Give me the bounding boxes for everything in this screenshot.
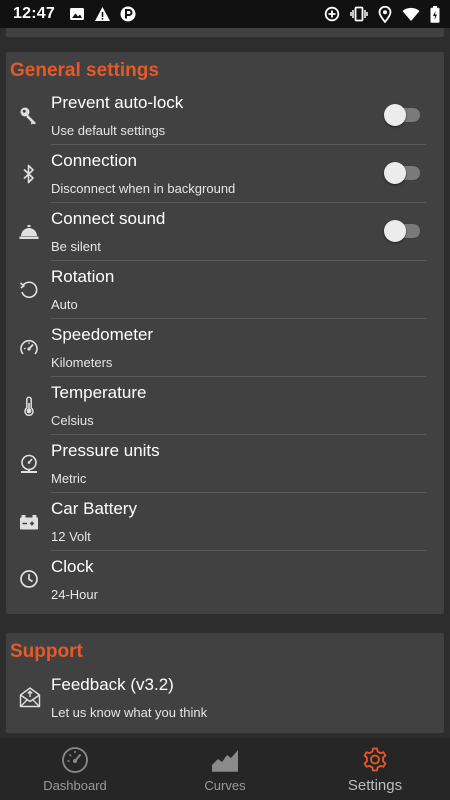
- nav-settings-label: Settings: [347, 777, 403, 794]
- clock-icon: [18, 568, 40, 590]
- prevent-auto-lock-subtitle: Use default settings: [51, 123, 166, 138]
- status-time: 12:47: [13, 5, 55, 22]
- setting-connect-sound[interactable]: Connect sound Be silent: [6, 203, 444, 261]
- support-card: Support Feedback (v3.2) Let us know what…: [6, 633, 444, 733]
- prevent-auto-lock-title: Prevent auto-lock: [51, 93, 184, 112]
- parking-icon: [120, 6, 136, 22]
- clock-subtitle: 24-Hour: [51, 587, 98, 602]
- feedback-subtitle: Let us know what you think: [51, 705, 208, 720]
- setting-connection[interactable]: Connection Disconnect when in background: [6, 145, 444, 203]
- bluetooth-icon: [18, 163, 40, 185]
- pressure-units-subtitle: Metric: [51, 471, 87, 486]
- vibrate-icon: [350, 6, 368, 22]
- connect-sound-toggle[interactable]: [384, 220, 420, 242]
- pressure-units-title: Pressure units: [51, 441, 160, 460]
- temperature-title: Temperature: [51, 383, 147, 402]
- car-battery-subtitle: 12 Volt: [51, 529, 91, 544]
- pressure-gauge-icon: [18, 453, 40, 475]
- nav-dashboard[interactable]: Dashboard: [0, 738, 150, 800]
- nav-settings[interactable]: Settings: [300, 738, 450, 800]
- nav-curves[interactable]: Curves: [150, 738, 300, 800]
- setting-pressure-units[interactable]: Pressure units Metric: [6, 435, 444, 493]
- bottom-navigation: Dashboard Curves Settings: [0, 738, 450, 800]
- curves-icon: [211, 746, 239, 774]
- connection-toggle[interactable]: [384, 162, 420, 184]
- settings-gear-icon: [361, 746, 389, 774]
- setting-feedback[interactable]: Feedback (v3.2) Let us know what you thi…: [6, 669, 444, 727]
- status-bar: 12:47: [0, 0, 450, 28]
- dashboard-gauge-icon: [61, 746, 89, 774]
- battery-icon: [430, 5, 440, 23]
- support-title: Support: [10, 641, 83, 662]
- toggle-thumb: [384, 162, 406, 184]
- nav-dashboard-label: Dashboard: [43, 778, 107, 793]
- prevent-auto-lock-toggle[interactable]: [384, 104, 420, 126]
- connect-sound-subtitle: Be silent: [51, 239, 101, 254]
- previous-card-edge: [6, 28, 444, 37]
- setting-prevent-auto-lock[interactable]: Prevent auto-lock Use default settings: [6, 87, 444, 145]
- general-settings-title: General settings: [10, 60, 159, 81]
- setting-car-battery[interactable]: Car Battery 12 Volt: [6, 493, 444, 551]
- speedometer-subtitle: Kilometers: [51, 355, 113, 370]
- general-settings-card: General settings Prevent auto-lock Use d…: [6, 52, 444, 614]
- connection-title: Connection: [51, 151, 138, 170]
- data-saver-icon: [324, 6, 340, 22]
- rotation-icon: [18, 279, 40, 301]
- nav-curves-label: Curves: [204, 778, 246, 793]
- bell-icon: [18, 221, 40, 243]
- toggle-thumb: [384, 104, 406, 126]
- toggle-thumb: [384, 220, 406, 242]
- clock-title: Clock: [51, 557, 94, 576]
- car-battery-icon: [18, 511, 40, 533]
- speedometer-icon: [18, 337, 40, 359]
- connect-sound-title: Connect sound: [51, 209, 166, 228]
- location-icon: [378, 5, 392, 23]
- feedback-mail-icon: [18, 685, 42, 709]
- wifi-icon: [402, 7, 420, 22]
- rotation-title: Rotation: [51, 267, 115, 286]
- setting-speedometer[interactable]: Speedometer Kilometers: [6, 319, 444, 377]
- key-icon: [18, 105, 40, 127]
- warning-icon: [94, 6, 111, 22]
- setting-rotation[interactable]: Rotation Auto: [6, 261, 444, 319]
- thermometer-icon: [18, 395, 40, 417]
- setting-temperature[interactable]: Temperature Celsius: [6, 377, 444, 435]
- image-icon: [69, 6, 85, 22]
- setting-clock[interactable]: Clock 24-Hour: [6, 551, 444, 609]
- car-battery-title: Car Battery: [51, 499, 137, 518]
- connection-subtitle: Disconnect when in background: [51, 181, 236, 196]
- temperature-subtitle: Celsius: [51, 413, 94, 428]
- speedometer-title: Speedometer: [51, 325, 154, 344]
- rotation-subtitle: Auto: [51, 297, 78, 312]
- feedback-title: Feedback (v3.2): [51, 675, 174, 694]
